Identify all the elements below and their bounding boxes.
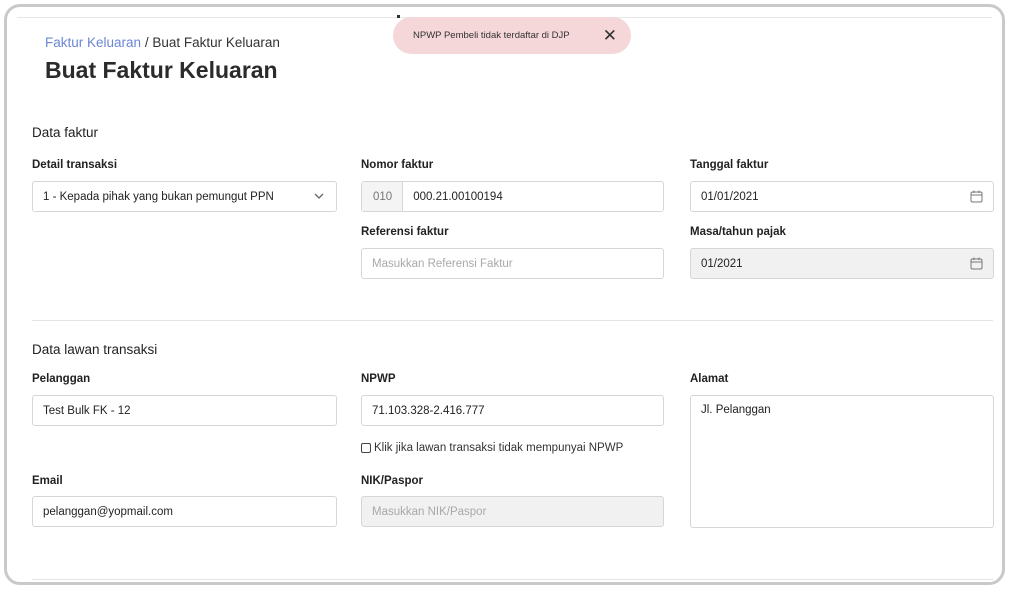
page-frame: NPWP Pembeli tidak terdaftar di DJP ✕ Fa… [4,4,1005,585]
detail-transaksi-label: Detail transaksi [32,159,118,171]
alamat-value: Jl. Pelanggan [701,404,771,416]
nik-paspor-label: NIK/Paspor [361,475,423,487]
toast-pin [397,15,400,18]
section-title-data-faktur: Data faktur [32,125,99,140]
close-icon[interactable]: ✕ [603,27,617,44]
npwp-value: 71.103.328-2.416.777 [372,404,485,417]
nomor-faktur-label: Nomor faktur [361,159,434,171]
error-toast: NPWP Pembeli tidak terdaftar di DJP ✕ [393,15,631,54]
masa-tahun-pajak-input: 01/2021 [690,248,994,279]
nik-paspor-input: Masukkan NIK/Paspor [361,496,664,527]
section-divider [32,320,993,321]
pelanggan-input[interactable]: Test Bulk FK - 12 [32,395,337,426]
breadcrumb: Faktur Keluaran / Buat Faktur Keluaran [45,35,280,50]
detail-transaksi-value: 1 - Kepada pihak yang bukan pemungut PPN [43,190,274,203]
breadcrumb-separator: / [144,35,149,50]
npwp-input[interactable]: 71.103.328-2.416.777 [361,395,664,426]
referensi-faktur-input[interactable]: Masukkan Referensi Faktur [361,248,664,279]
nomor-faktur-input[interactable]: 010 000.21.00100194 [361,181,664,212]
email-value: pelanggan@yopmail.com [43,505,173,518]
alamat-textarea[interactable]: Jl. Pelanggan [690,395,994,528]
alamat-label: Alamat [690,373,729,385]
pelanggan-label: Pelanggan [32,373,91,385]
nik-paspor-placeholder: Masukkan NIK/Paspor [372,505,487,518]
nomor-faktur-value: 000.21.00100194 [413,190,503,203]
no-npwp-checkbox-label: Klik jika lawan transaksi tidak mempunya… [374,442,624,454]
npwp-label: NPWP [361,373,396,385]
no-npwp-checkbox-row[interactable]: Klik jika lawan transaksi tidak mempunya… [361,442,623,454]
email-label: Email [32,475,63,487]
email-input[interactable]: pelanggan@yopmail.com [32,496,337,527]
referensi-faktur-label: Referensi faktur [361,226,449,238]
chevron-down-icon [314,192,324,203]
section-title-data-lawan-transaksi: Data lawan transaksi [32,342,158,357]
calendar-icon [970,257,983,270]
bottom-divider [32,579,993,580]
no-npwp-checkbox[interactable] [361,443,371,453]
breadcrumb-parent-link[interactable]: Faktur Keluaran [45,35,141,50]
masa-tahun-pajak-value: 01/2021 [701,257,743,270]
toast-message: NPWP Pembeli tidak terdaftar di DJP [413,30,570,41]
tanggal-faktur-label: Tanggal faktur [690,159,769,171]
nomor-faktur-prefix: 010 [362,182,404,211]
tanggal-faktur-value: 01/01/2021 [701,190,759,203]
referensi-faktur-placeholder: Masukkan Referensi Faktur [372,257,513,270]
masa-tahun-pajak-label: Masa/tahun pajak [690,226,786,238]
page-title: Buat Faktur Keluaran [45,57,278,83]
tanggal-faktur-input[interactable]: 01/01/2021 [690,181,994,212]
breadcrumb-current: Buat Faktur Keluaran [152,35,280,50]
calendar-icon[interactable] [970,190,983,203]
detail-transaksi-select[interactable]: 1 - Kepada pihak yang bukan pemungut PPN [32,181,337,212]
pelanggan-value: Test Bulk FK - 12 [43,404,131,417]
